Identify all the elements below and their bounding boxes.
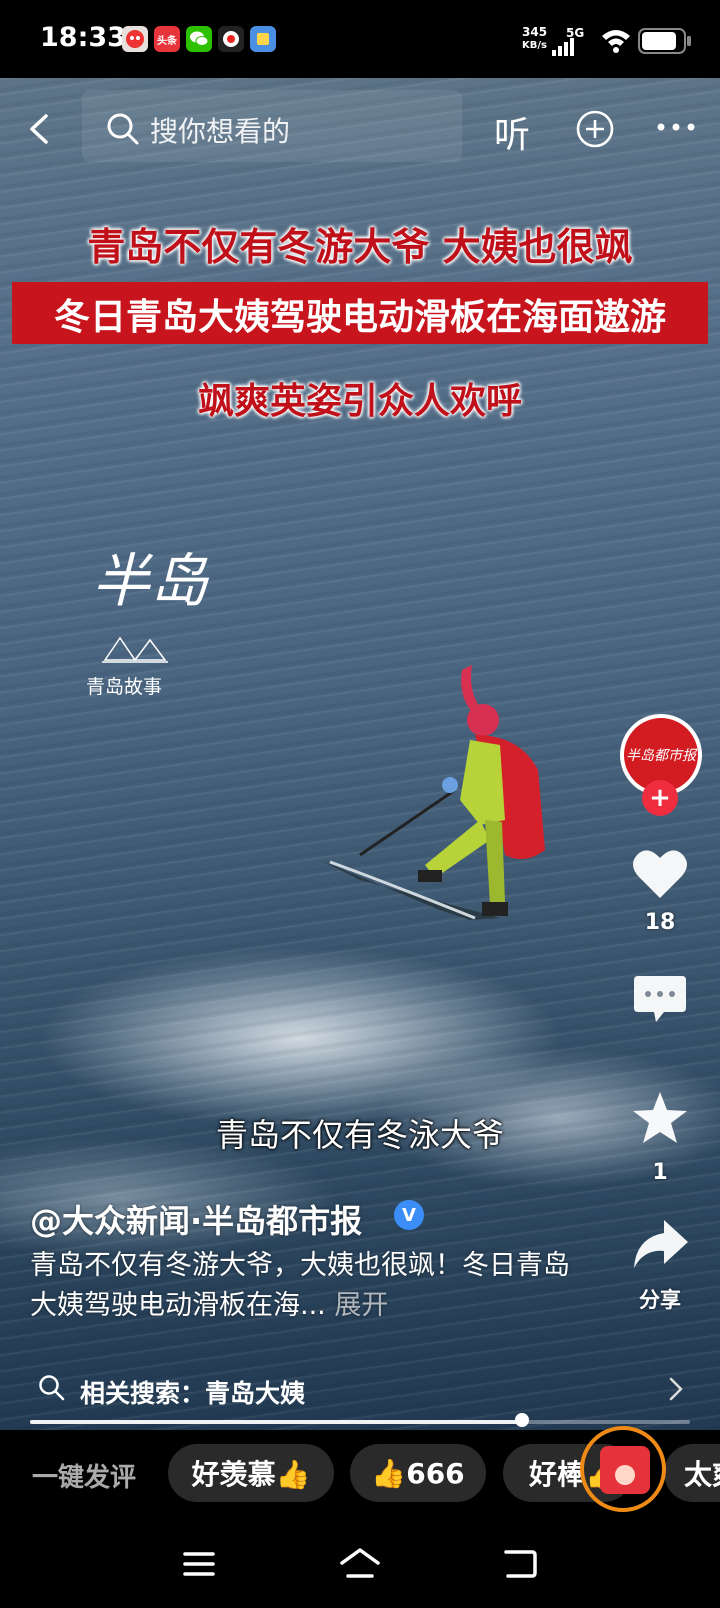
quick-comment-chip[interactable]: 好羡慕👍	[168, 1444, 334, 1502]
comment-icon[interactable]	[630, 970, 690, 1026]
wifi-icon	[602, 30, 630, 53]
back-nav-icon[interactable]	[502, 1548, 538, 1580]
surfer-figure	[320, 665, 545, 920]
add-circle-icon[interactable]	[576, 110, 614, 148]
chevron-right-icon	[669, 1377, 683, 1401]
watermark-emblem	[102, 636, 168, 663]
related-search-icon	[39, 1375, 65, 1401]
like-count: 18	[644, 910, 676, 935]
menu-icon[interactable]	[182, 1550, 216, 1578]
expand-link[interactable]: 展开	[334, 1290, 388, 1321]
favorite-star-icon[interactable]	[630, 1090, 690, 1146]
back-icon[interactable]	[22, 112, 56, 146]
status-time: 18:33	[40, 22, 126, 53]
video-progress-fill	[30, 1420, 522, 1424]
toutiao-icon: 头条	[154, 26, 180, 52]
listen-button[interactable]: 听	[494, 106, 530, 158]
search-placeholder: 搜你想看的	[150, 115, 291, 148]
quick-comment-label: 一键发评	[32, 1463, 137, 1493]
home-icon[interactable]	[338, 1546, 382, 1580]
share-icon[interactable]	[630, 1216, 690, 1272]
camera-app-icon	[218, 26, 244, 52]
quick-comment-chip[interactable]: 👍666	[350, 1444, 486, 1502]
like-icon[interactable]	[630, 846, 690, 902]
watermark-subtitle: 青岛故事	[86, 676, 163, 698]
verified-badge: V	[394, 1200, 424, 1230]
watermark-logo: 半岛	[92, 547, 209, 615]
wechat-icon	[186, 26, 212, 52]
video-progress-handle[interactable]	[515, 1413, 529, 1427]
red-packet-seal	[615, 1465, 635, 1485]
author-handle[interactable]: @大众新闻·半岛都市报	[30, 1196, 362, 1242]
share-label[interactable]: 分享	[620, 1284, 700, 1314]
follow-button[interactable]: +	[642, 780, 678, 816]
network-speed: 345 KB/s	[522, 26, 547, 52]
net-speed-value: 345	[522, 25, 548, 39]
video-caption-line2: 冬日青岛大姨驾驶电动滑板在海面遨游	[53, 297, 666, 338]
notification-icons: 头条	[122, 26, 276, 52]
description-text: 青岛不仅有冬游大爷，大姨也很飒！冬日青岛大姨驾驶电动滑板在海...	[30, 1250, 570, 1321]
related-search-label: 相关搜索：青岛大姨	[80, 1379, 306, 1408]
net-speed-unit: KB/s	[522, 40, 548, 51]
signal-icon	[552, 38, 574, 56]
video-subtitle: 青岛不仅有冬泳大爷	[215, 1116, 504, 1154]
video-description[interactable]: 青岛不仅有冬游大爷，大姨也很飒！冬日青岛大姨驾驶电动滑板在海... 展开	[30, 1246, 570, 1326]
quick-comment-chip[interactable]: 太爽	[664, 1444, 720, 1502]
more-icon[interactable]	[656, 122, 696, 132]
video-caption-line3: 飒爽英姿引众人欢呼	[197, 381, 522, 422]
battery-icon	[638, 28, 691, 54]
blue-app-icon	[250, 26, 276, 52]
search-icon	[107, 113, 139, 145]
video-caption-line1: 青岛不仅有冬游大爷 大姨也很飒	[87, 225, 633, 269]
toutiao-alt-icon	[122, 26, 148, 52]
favorite-count: 1	[652, 1160, 668, 1185]
